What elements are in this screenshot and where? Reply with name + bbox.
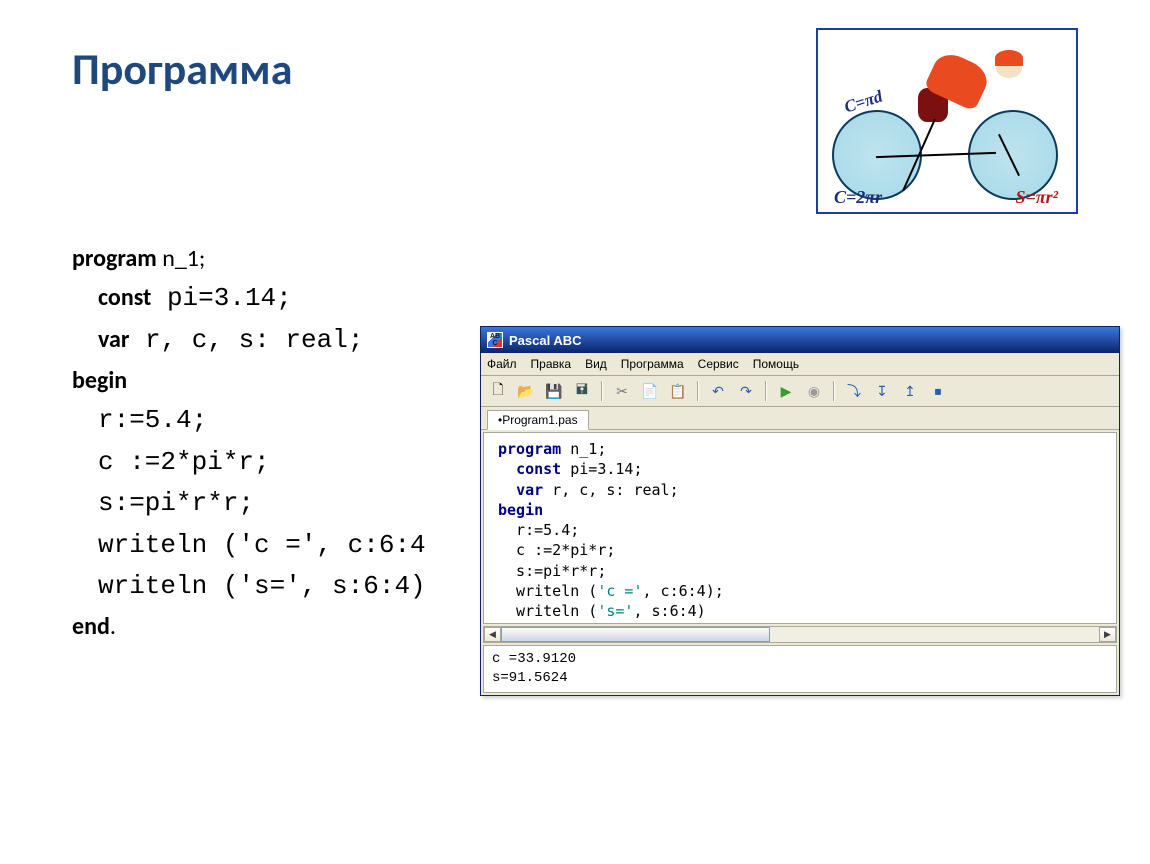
menu-edit[interactable]: Правка — [531, 357, 572, 371]
copy-button[interactable]: 📄 — [639, 380, 661, 402]
step-into-icon: ↧ — [876, 383, 888, 400]
step-out-button[interactable]: ↥ — [899, 380, 921, 402]
code-text: writeln ('s=', s:6:4) — [98, 571, 426, 601]
code-text: c :=2*pi*r; — [98, 447, 270, 477]
paste-icon: 📋 — [669, 383, 686, 400]
editor-line: var r, c, s: real; — [498, 480, 1108, 500]
editor-horizontal-scrollbar[interactable]: ◀ ▶ — [483, 626, 1117, 643]
run-icon: ▶ — [781, 383, 792, 400]
cyclist-helmet — [995, 50, 1023, 66]
pascal-abc-window: ABC Pascal ABC Файл Правка Вид Программа… — [480, 326, 1120, 696]
toolbar-separator — [697, 381, 699, 401]
cut-icon: ✂ — [616, 383, 628, 400]
program-output-pane[interactable]: c =33.9120 s=91.5624 — [483, 645, 1117, 693]
editor-line: s:=pi*r*r; — [498, 561, 1108, 581]
menu-program[interactable]: Программа — [621, 357, 684, 371]
toolbar: 🗋 📂 💾 🖬 ✂ 📄 📋 ↶ ↷ ▶ ◉ ⤵ ↧ ↥ ⏹ — [481, 376, 1119, 407]
editor-tabstrip: •Program1.pas — [481, 407, 1119, 430]
editor-line: r:=5.4; — [498, 520, 1108, 540]
cut-button[interactable]: ✂ — [611, 380, 633, 402]
undo-icon: ↶ — [712, 383, 724, 400]
code-text: r, c, s: real; — [129, 325, 363, 355]
code-keyword: const — [98, 283, 151, 312]
new-file-button[interactable]: 🗋 — [487, 380, 509, 402]
menu-view[interactable]: Вид — [585, 357, 607, 371]
page-title: Программа — [72, 42, 292, 96]
window-titlebar[interactable]: ABC Pascal ABC — [481, 327, 1119, 353]
editor-line: writeln ('s=', s:6:4) — [498, 601, 1108, 621]
step-over-button[interactable]: ⤵ — [843, 380, 865, 402]
formula-s-pir2: S=πr² — [1016, 187, 1059, 208]
run-button[interactable]: ▶ — [775, 380, 797, 402]
step-out-icon: ↥ — [904, 383, 916, 400]
step-into-button[interactable]: ↧ — [871, 380, 893, 402]
scroll-thumb[interactable] — [501, 627, 770, 642]
toolbar-separator — [601, 381, 603, 401]
toolbar-separator — [765, 381, 767, 401]
save-icon: 💾 — [545, 383, 562, 400]
illustration-cyclist: С=πd С=2πr S=πr² — [816, 28, 1078, 214]
menu-service[interactable]: Сервис — [698, 357, 739, 371]
copy-icon: 📄 — [641, 383, 658, 400]
code-keyword: var — [98, 325, 129, 354]
stop-icon: ◉ — [808, 383, 820, 400]
breakpoint-icon: ⏹ — [935, 383, 942, 400]
scroll-right-button[interactable]: ▶ — [1099, 627, 1116, 642]
code-keyword: program — [72, 244, 157, 273]
redo-icon: ↷ — [740, 383, 752, 400]
editor-line: writeln ('c =', c:6:4); — [498, 581, 1108, 601]
toolbar-separator — [833, 381, 835, 401]
open-file-icon: 📂 — [517, 383, 534, 400]
paste-button[interactable]: 📋 — [667, 380, 689, 402]
app-icon: ABC — [487, 332, 503, 348]
redo-button[interactable]: ↷ — [735, 380, 757, 402]
menubar: Файл Правка Вид Программа Сервис Помощь — [481, 353, 1119, 376]
editor-line: c :=2*pi*r; — [498, 540, 1108, 560]
code-text: pi=3.14; — [151, 283, 291, 313]
toggle-breakpoint-button[interactable]: ⏹ — [927, 380, 949, 402]
save-all-button[interactable]: 🖬 — [571, 380, 593, 402]
code-text: s:=pi*r*r; — [98, 488, 254, 518]
code-keyword: begin — [72, 366, 127, 395]
formula-c-2pir: С=2πr — [834, 187, 882, 208]
editor-line: const pi=3.14; — [498, 459, 1108, 479]
undo-button[interactable]: ↶ — [707, 380, 729, 402]
menu-file[interactable]: Файл — [487, 357, 517, 371]
code-listing: program n_1; const pi=3.14; var r, c, s:… — [72, 240, 426, 646]
open-file-button[interactable]: 📂 — [515, 380, 537, 402]
code-keyword: end — [72, 612, 110, 641]
code-text: n_1; — [157, 244, 206, 273]
editor-line: begin — [498, 500, 1108, 520]
scroll-track[interactable] — [501, 627, 1099, 642]
code-text: writeln ('c =', c:6:4 — [98, 530, 426, 560]
menu-help[interactable]: Помощь — [753, 357, 799, 371]
stop-button[interactable]: ◉ — [803, 380, 825, 402]
step-over-icon: ⤵ — [847, 381, 861, 401]
code-text: . — [110, 612, 116, 641]
editor-tab-program1[interactable]: •Program1.pas — [487, 410, 589, 430]
save-all-icon: 🖬 — [576, 379, 588, 403]
editor-line: program n_1; — [498, 439, 1108, 459]
code-editor[interactable]: program n_1; const pi=3.14; var r, c, s:… — [483, 432, 1117, 624]
new-file-icon: 🗋 — [492, 379, 503, 403]
window-title: Pascal ABC — [509, 333, 582, 348]
save-file-button[interactable]: 💾 — [543, 380, 565, 402]
code-text: r:=5.4; — [98, 405, 207, 435]
scroll-left-button[interactable]: ◀ — [484, 627, 501, 642]
